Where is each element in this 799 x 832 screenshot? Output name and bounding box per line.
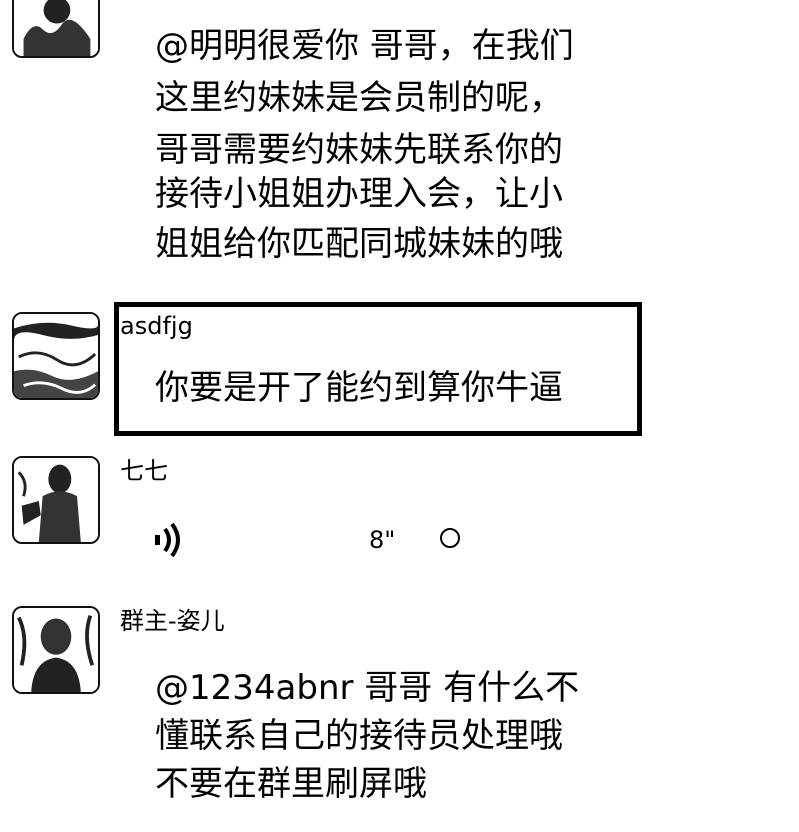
sender-name: 七七 (120, 457, 168, 485)
unread-circle-icon (440, 528, 460, 548)
message-text-line: 不要在群里刷屏哦 (155, 764, 427, 804)
message-text-line: 这里约妹妹是会员制的呢， (155, 78, 563, 118)
avatar[interactable] (12, 606, 100, 694)
message-text-line: 姐姐给你匹配同城妹妹的哦 (155, 224, 563, 264)
avatar[interactable] (12, 0, 100, 58)
voice-duration: 8" (369, 526, 396, 554)
avatar[interactable] (12, 312, 100, 400)
message-text-line: 接待小姐姐办理入会，让小 (155, 174, 563, 214)
voice-wave-icon[interactable] (150, 520, 190, 560)
avatar[interactable] (12, 456, 100, 544)
message-text-line: @明明很爱你 哥哥，在我们 (155, 26, 574, 66)
sender-name: asdfjg (120, 312, 193, 340)
message-text-line: 懂联系自己的接待员处理哦 (155, 716, 563, 756)
message-text-line: @1234abnr 哥哥 有什么不 (155, 668, 580, 708)
message-text-line: 你要是开了能约到算你牛逼 (155, 368, 563, 408)
sender-name: 群主-姿儿 (120, 607, 225, 635)
